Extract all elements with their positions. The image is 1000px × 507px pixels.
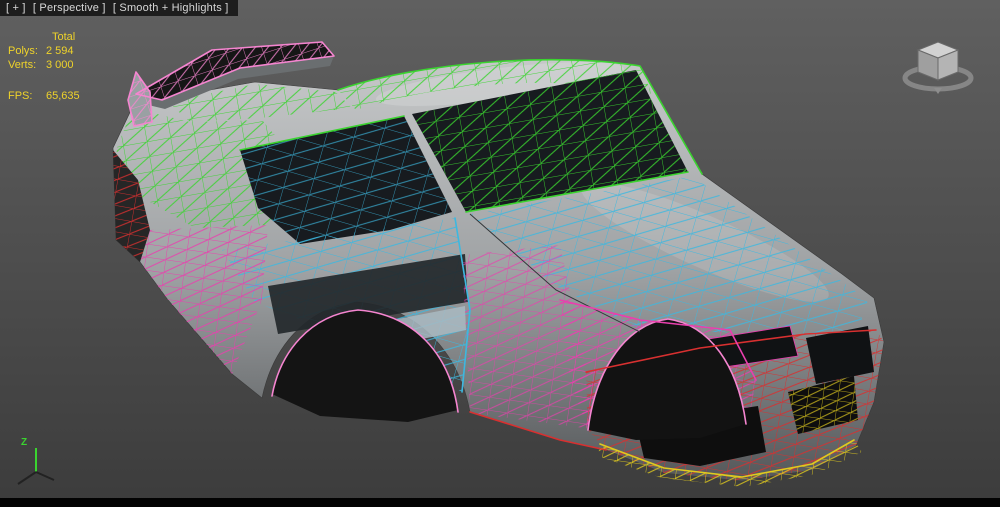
stats-verts-value: 3 000 — [46, 59, 74, 71]
stats-total-header: Total — [52, 31, 76, 43]
car-model[interactable] — [112, 41, 885, 487]
viewport-view-button[interactable]: [ Perspective ] — [33, 2, 106, 14]
viewport-menu-button[interactable]: [ + ] — [6, 2, 26, 14]
stats-verts-label: Verts: — [8, 59, 37, 71]
stats-verts-row: Verts: 3 000 — [8, 58, 80, 72]
viewport-bottom-border — [0, 498, 1000, 507]
stats-fps-value: 65,635 — [46, 90, 80, 102]
stats-polys-label: Polys: — [8, 45, 38, 57]
viewport-canvas[interactable] — [0, 0, 1000, 507]
viewport-label: [ + ] [ Perspective ] [ Smooth + Highlig… — [0, 0, 239, 16]
stats-fps-label: FPS: — [8, 90, 33, 102]
axis-z-label: Z — [21, 437, 28, 448]
viewport[interactable]: [ + ] [ Perspective ] [ Smooth + Highlig… — [0, 0, 1000, 507]
stats-fps-row: FPS: 65,635 — [8, 89, 80, 103]
stats-polys-value: 2 594 — [46, 45, 74, 57]
view-cube[interactable] — [902, 41, 974, 94]
stats-polys-row: Polys: 2 594 — [8, 44, 80, 58]
axis-gizmo — [17, 448, 55, 485]
statistics-overlay: Total Polys: 2 594 Verts: 3 000 FPS: 65,… — [8, 30, 80, 103]
viewport-shading-button[interactable]: [ Smooth + Highlights ] — [113, 2, 229, 14]
